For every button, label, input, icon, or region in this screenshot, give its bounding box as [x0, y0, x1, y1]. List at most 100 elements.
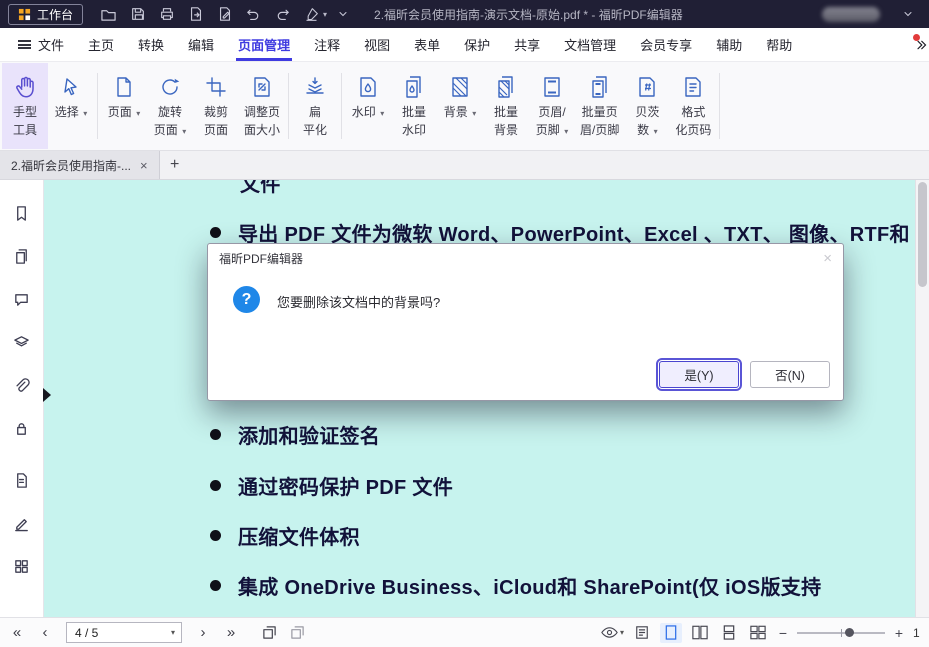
tool-bates-number[interactable]: 贝茨 数 ▾: [624, 63, 670, 149]
tool-flatten[interactable]: 扁 平化: [292, 63, 338, 149]
continuous-facing-view-icon[interactable]: [747, 623, 769, 643]
organize-pages-panel-icon[interactable]: [11, 555, 33, 577]
next-view-icon[interactable]: [286, 623, 308, 643]
no-button[interactable]: 否(N): [750, 361, 830, 388]
quick-tool-icon[interactable]: [298, 2, 325, 26]
export-doc-icon[interactable]: [182, 2, 209, 26]
bookmarks-panel-icon[interactable]: [11, 202, 33, 224]
continuous-view-icon[interactable]: [718, 623, 740, 643]
window-title: 2.福昕会员使用指南-演示文档-原始.pdf * - 福昕PDF编辑器: [374, 6, 683, 23]
tool-label: 扁 平化: [303, 105, 327, 137]
menu-form[interactable]: 表单: [402, 28, 452, 61]
tool-label: 批量页 眉/页脚: [580, 105, 619, 137]
reading-mode-icon[interactable]: [631, 623, 653, 643]
document-canvas[interactable]: 文件 导出 PDF 文件为微软 Word、PowerPoint、Excel 、T…: [44, 180, 915, 617]
layers-panel-icon[interactable]: [11, 331, 33, 353]
tool-batch-header-footer[interactable]: 批量页 眉/页脚: [575, 63, 624, 149]
single-page-view-icon[interactable]: [660, 623, 682, 643]
quick-tool-caret-icon[interactable]: ▾: [323, 10, 327, 19]
user-account-avatar[interactable]: [822, 7, 880, 22]
new-tab-button[interactable]: +: [160, 151, 190, 179]
first-page-button[interactable]: «: [6, 625, 28, 640]
menu-home[interactable]: 主页: [76, 28, 126, 61]
menu-document-management[interactable]: 文档管理: [552, 28, 628, 61]
zoom-in-button[interactable]: +: [892, 625, 906, 641]
page-thumbnails-icon[interactable]: [11, 245, 33, 267]
view-mode-dropdown[interactable]: ▾: [601, 626, 624, 639]
dialog-titlebar[interactable]: 福昕PDF编辑器 ×: [208, 244, 843, 272]
tab-close-icon[interactable]: ×: [140, 158, 148, 173]
zoom-slider-thumb[interactable]: [845, 628, 854, 637]
last-page-button[interactable]: »: [220, 625, 242, 640]
signature-panel-icon[interactable]: [11, 512, 33, 534]
tool-page[interactable]: 页面 ▾: [101, 63, 147, 149]
tool-watermark[interactable]: 水印 ▾: [345, 63, 391, 149]
tool-batch-watermark[interactable]: 批量 水印: [391, 63, 437, 149]
menu-label: 注释: [314, 35, 340, 54]
caret-down-icon: ▾: [136, 109, 140, 118]
print-icon[interactable]: [153, 2, 180, 26]
tool-label: 裁剪 页面: [204, 105, 228, 137]
tool-select[interactable]: 选择 ▾: [48, 63, 94, 149]
workspace-button[interactable]: 工作台: [8, 4, 83, 25]
panel-expand-handle[interactable]: [43, 388, 51, 402]
menu-overflow-icon[interactable]: [915, 32, 929, 58]
edit-doc-icon[interactable]: [211, 2, 238, 26]
previous-page-button[interactable]: ‹: [34, 625, 56, 640]
menu-member-exclusive[interactable]: 会员专享: [628, 28, 704, 61]
vertical-scrollbar[interactable]: [915, 180, 929, 617]
tool-batch-background[interactable]: 批量 背景: [483, 63, 529, 149]
page-number-combo[interactable]: 4 / 5 ▾: [66, 622, 182, 643]
collapse-toolbar-icon[interactable]: [329, 2, 356, 26]
header-footer-icon: [540, 70, 564, 103]
bullet-icon: [210, 530, 221, 541]
combo-caret-icon[interactable]: ▾: [165, 623, 181, 642]
menu-comment[interactable]: 注释: [302, 28, 352, 61]
dialog-close-icon[interactable]: ×: [823, 250, 832, 267]
attachments-panel-icon[interactable]: [11, 374, 33, 396]
zoom-slider[interactable]: [797, 632, 885, 634]
content-area: 文件 导出 PDF 文件为微软 Word、PowerPoint、Excel 、T…: [0, 180, 929, 617]
rotate-pages-icon: [158, 70, 182, 103]
page-indicator: 4 / 5: [67, 626, 165, 640]
menu-page-management[interactable]: 页面管理: [226, 28, 302, 61]
destinations-panel-icon[interactable]: [11, 469, 33, 491]
undo-icon[interactable]: [240, 2, 267, 26]
menu-convert[interactable]: 转换: [126, 28, 176, 61]
tool-format-page-number[interactable]: 格式 化页码: [670, 63, 716, 149]
cursor-icon: [59, 70, 83, 103]
tool-hand[interactable]: 手型 工具: [2, 63, 48, 149]
previous-view-icon[interactable]: [258, 623, 280, 643]
redo-icon[interactable]: [269, 2, 296, 26]
hamburger-icon: [18, 40, 31, 49]
menu-edit[interactable]: 编辑: [176, 28, 226, 61]
bullet-icon: [210, 429, 221, 440]
tool-crop-pages[interactable]: 裁剪 页面: [193, 63, 239, 149]
menu-protect[interactable]: 保护: [452, 28, 502, 61]
crop-icon: [204, 70, 228, 103]
facing-page-view-icon[interactable]: [689, 623, 711, 643]
open-folder-icon[interactable]: [95, 2, 122, 26]
menu-label: 页面管理: [238, 35, 290, 54]
tool-resize-pages[interactable]: 调整页 面大小: [239, 63, 285, 149]
scrollbar-thumb[interactable]: [918, 182, 927, 287]
menu-help[interactable]: 帮助: [754, 28, 804, 61]
menu-label: 文档管理: [564, 35, 616, 54]
yes-button[interactable]: 是(Y): [659, 361, 739, 388]
zoom-out-button[interactable]: −: [776, 625, 790, 641]
menu-share[interactable]: 共享: [502, 28, 552, 61]
menu-view[interactable]: 视图: [352, 28, 402, 61]
bullet-icon: [210, 480, 221, 491]
comments-panel-icon[interactable]: [11, 288, 33, 310]
tool-rotate-pages[interactable]: 旋转 页面 ▾: [147, 63, 193, 149]
menu-accessibility[interactable]: 辅助: [704, 28, 754, 61]
menu-file[interactable]: 文件: [6, 28, 76, 61]
security-panel-icon[interactable]: [11, 417, 33, 439]
save-icon[interactable]: [124, 2, 151, 26]
window-menu-chevron-icon[interactable]: [894, 2, 921, 26]
tool-header-footer[interactable]: 页眉/ 页脚 ▾: [529, 63, 575, 149]
hand-icon: [12, 70, 38, 103]
document-tab[interactable]: 2.福昕会员使用指南-... ×: [0, 151, 160, 179]
tool-background[interactable]: 背景 ▾: [437, 63, 483, 149]
next-page-button[interactable]: ›: [192, 625, 214, 640]
